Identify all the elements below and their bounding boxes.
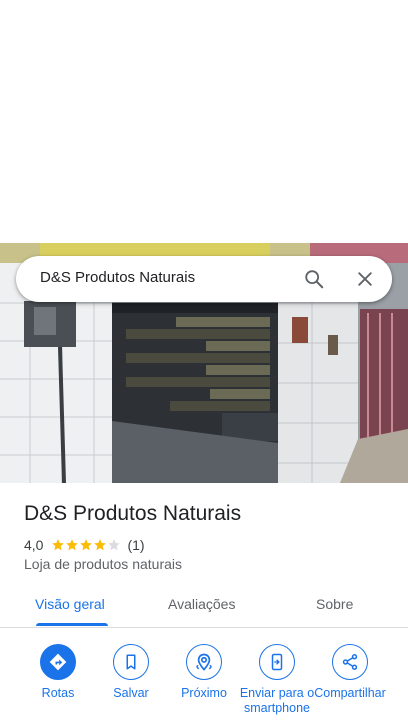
star-filled-icon <box>80 539 93 551</box>
directions-button[interactable]: Rotas <box>20 644 96 701</box>
save-label: Salvar <box>113 686 149 700</box>
share-label: Compartilhar <box>314 686 386 700</box>
star-empty-icon <box>108 539 121 551</box>
review-count[interactable]: (1) <box>127 537 144 553</box>
action-buttons: Rotas Salvar Próximo Enviar para o smart… <box>0 644 408 726</box>
place-category: Loja de produtos naturais <box>24 556 182 572</box>
star-filled-icon <box>94 539 107 551</box>
place-title: D&S Produtos Naturais <box>24 502 242 525</box>
tab-bar: Visão geral Avaliações Sobre <box>0 586 408 628</box>
star-filled-icon <box>52 539 65 551</box>
nearby-button[interactable]: Próximo <box>166 644 242 701</box>
tab-reviews[interactable]: Avaliações <box>168 596 235 612</box>
nearby-label: Próximo <box>181 686 227 700</box>
send-to-phone-button[interactable]: Enviar para o smartphone <box>239 644 315 716</box>
rating-value: 4,0 <box>24 537 44 553</box>
directions-label: Rotas <box>41 686 75 700</box>
tab-overview[interactable]: Visão geral <box>35 596 105 612</box>
map-area[interactable] <box>0 0 408 243</box>
tab-about[interactable]: Sobre <box>316 596 353 612</box>
nearby-icon[interactable] <box>186 644 222 680</box>
directions-icon[interactable] <box>40 644 76 680</box>
save-button[interactable]: Salvar <box>93 644 169 701</box>
share-button[interactable]: Compartilhar <box>312 644 388 701</box>
close-icon[interactable] <box>353 267 377 291</box>
rating-row[interactable]: 4,0 (1) <box>24 536 145 554</box>
star-rating <box>51 538 121 552</box>
search-query[interactable]: D&S Produtos Naturais <box>40 269 195 286</box>
share-icon[interactable] <box>332 644 368 680</box>
bookmark-icon[interactable] <box>113 644 149 680</box>
send-to-phone-icon[interactable] <box>259 644 295 680</box>
search-bar[interactable]: D&S Produtos Naturais <box>16 256 392 302</box>
search-icon[interactable] <box>302 267 326 291</box>
star-filled-icon <box>66 539 79 551</box>
send-to-phone-label: Enviar para o smartphone <box>239 686 315 715</box>
active-tab-indicator <box>36 623 108 626</box>
